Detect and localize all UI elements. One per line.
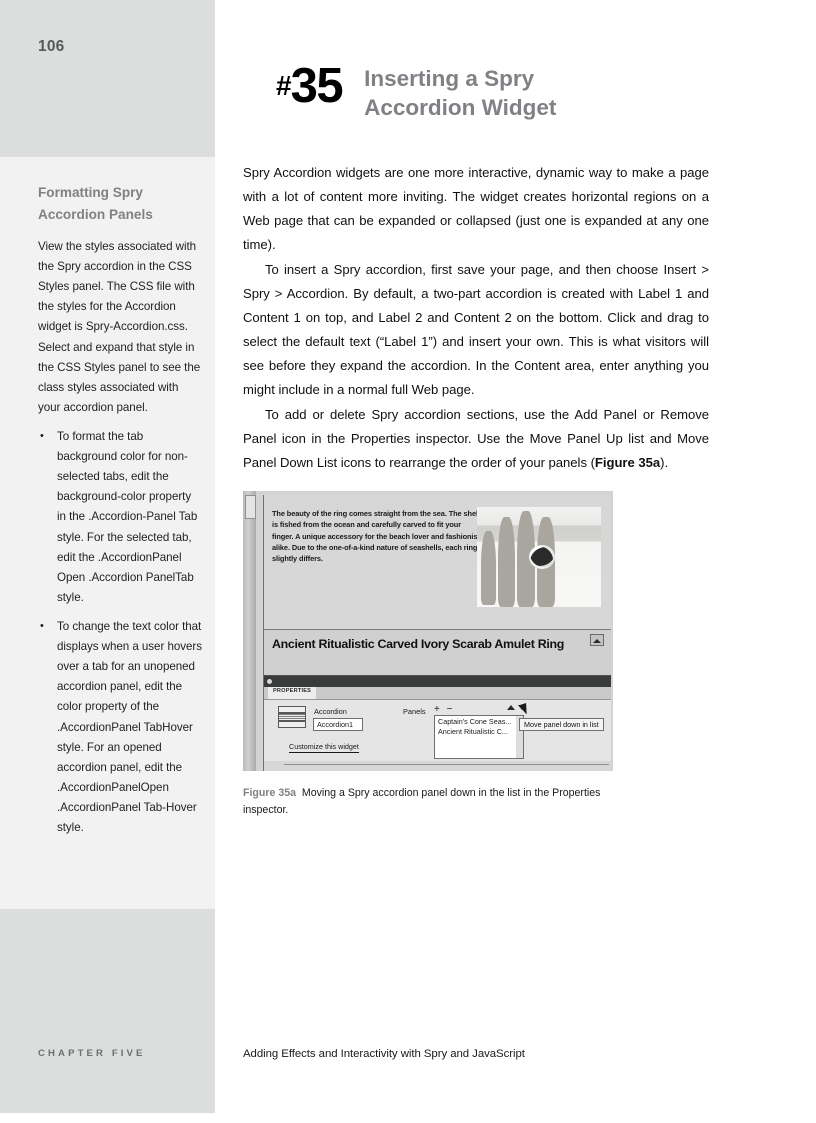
sidenote-heading-line2: Accordion Panels xyxy=(38,207,153,223)
add-remove-panel-button[interactable]: + − xyxy=(434,704,454,715)
move-panel-up-icon[interactable] xyxy=(507,705,515,710)
accordion-icon-bar xyxy=(278,721,306,728)
footer-running-head: Adding Effects and Interactivity with Sp… xyxy=(243,1048,525,1060)
list-item: • To change the text color that displays… xyxy=(38,617,203,838)
panels-label: Panels xyxy=(403,707,426,716)
tab-properties[interactable]: PROPERTIES xyxy=(268,687,317,699)
figure-caption-text: Moving a Spry accordion panel down in th… xyxy=(243,787,601,817)
tooltip-move-panel-down: Move panel down in list xyxy=(519,718,604,731)
accordion-panel-content: The beauty of the ring comes straight fr… xyxy=(272,509,484,563)
sidenote-heading: Formatting Spry Accordion Panels xyxy=(38,182,203,226)
chevron-down-icon[interactable] xyxy=(590,634,604,646)
hash-glyph: # xyxy=(276,70,292,101)
sidenote-paragraph: View the styles associated with the Spry… xyxy=(38,240,201,414)
bullet-icon: • xyxy=(40,430,44,443)
body-paragraph-2: To insert a Spry accordion, first save y… xyxy=(243,261,709,398)
figure-35a: The beauty of the ring comes straight fr… xyxy=(243,491,613,771)
list-item[interactable]: Captain's Cone Seas... xyxy=(435,716,517,726)
page-title-line1: Inserting a Spry xyxy=(364,66,535,91)
accordion-icon-bar xyxy=(278,706,306,713)
ring-gem-icon xyxy=(529,545,555,569)
tip-header: #35 Inserting a Spry Accordion Widget xyxy=(276,62,556,122)
list-item-text: To change the text color that displays w… xyxy=(57,620,202,835)
finger-shape xyxy=(481,531,496,605)
finger-shape xyxy=(498,517,515,607)
customize-widget-link[interactable]: Customize this widget xyxy=(289,742,359,753)
tip-number: #35 xyxy=(276,59,344,113)
book-page: 106 Formatting Spry Accordion Panels Vie… xyxy=(0,0,816,1123)
widget-id-input[interactable]: Accordion1 xyxy=(313,718,363,731)
body-paragraph-1: Spry Accordion widgets are one more inte… xyxy=(243,165,709,253)
collapse-dot-icon[interactable] xyxy=(267,679,272,684)
body-paragraph-3: To add or delete Spry accordion sections… xyxy=(243,403,709,475)
ring-photo xyxy=(477,507,601,607)
panels-list[interactable]: Captain's Cone Seas... Ancient Ritualist… xyxy=(434,715,518,759)
scrollbar-thumb[interactable] xyxy=(245,495,256,519)
body-text: Spry Accordion widgets are one more inte… xyxy=(243,161,709,475)
accordion-icon-bar xyxy=(278,713,306,721)
footer-chapter: CHAPTER FIVE xyxy=(38,1048,146,1059)
sidenote-bullet-list: • To format the tab background color for… xyxy=(38,427,203,838)
page-title-line2: Accordion Widget xyxy=(364,95,557,121)
accordion-panel-tab-label: Ancient Ritualistic Carved Ivory Scarab … xyxy=(272,637,565,651)
tip-number-value: 35 xyxy=(290,59,344,113)
figure-bottom-rule xyxy=(284,764,609,765)
document-area: The beauty of the ring comes straight fr… xyxy=(263,495,611,771)
body-paragraph-3-text-b: ). xyxy=(660,454,669,470)
page-title: Inserting a Spry Accordion Widget xyxy=(364,64,556,122)
list-item: • To format the tab background color for… xyxy=(38,427,203,608)
list-item-text: To format the tab background color for n… xyxy=(57,430,198,604)
properties-inspector: PROPERTIES Accordion Accordion1 Customiz… xyxy=(264,687,611,761)
list-item[interactable]: Ancient Ritualistic C... xyxy=(435,726,517,736)
widget-type-label: Accordion xyxy=(314,707,347,716)
screenshot-image: The beauty of the ring comes straight fr… xyxy=(243,491,613,771)
bullet-icon: • xyxy=(40,620,44,632)
document-divider-bar xyxy=(264,676,611,687)
figure-caption: Figure 35a Moving a Spry accordion panel… xyxy=(243,785,603,819)
properties-tabstrip: PROPERTIES xyxy=(264,687,611,700)
figure-reference: Figure 35a xyxy=(594,454,661,470)
sidenote: Formatting Spry Accordion Panels View th… xyxy=(38,182,203,847)
figure-caption-label: Figure 35a xyxy=(243,787,296,799)
accordion-panel-open: The beauty of the ring comes straight fr… xyxy=(264,495,611,630)
document-scrollbar[interactable] xyxy=(243,491,256,771)
accordion-panel-tab[interactable]: Ancient Ritualistic Carved Ivory Scarab … xyxy=(264,630,611,676)
page-number: 106 xyxy=(38,38,65,55)
sidenote-heading-line1: Formatting Spry xyxy=(38,185,143,200)
accordion-widget-icon xyxy=(278,706,306,730)
